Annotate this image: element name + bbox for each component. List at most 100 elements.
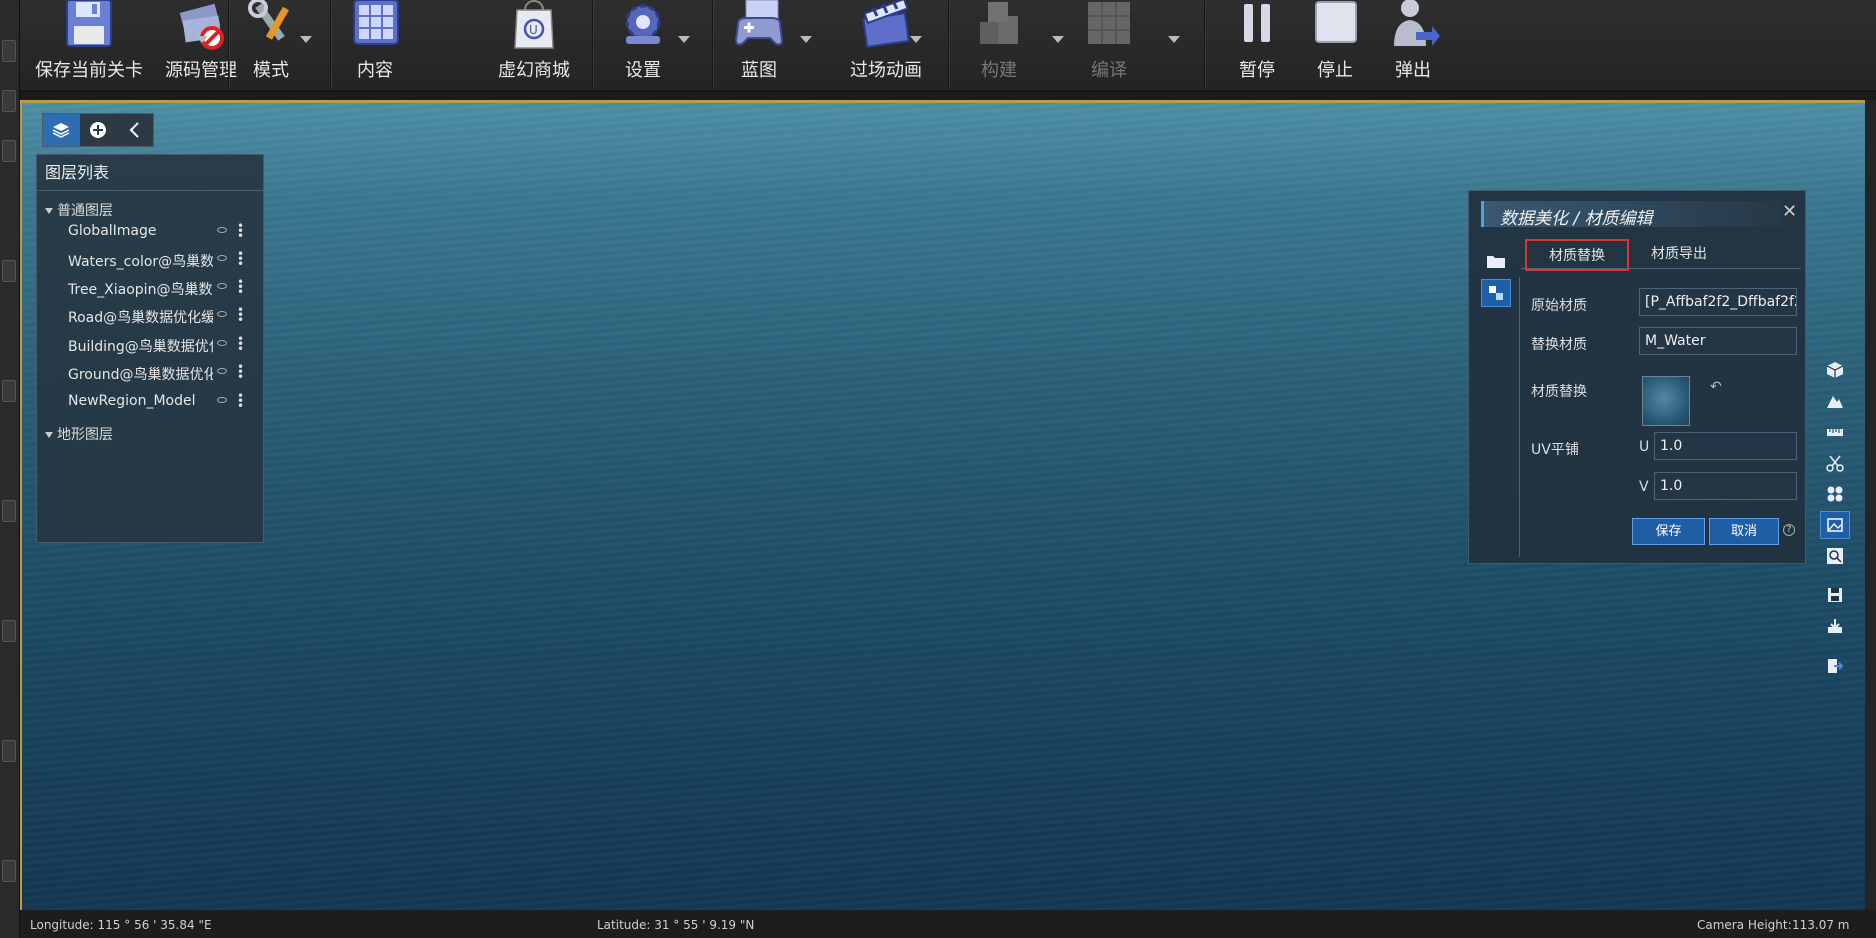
- main-toolbar: 保存当前关卡 源码管理 模式 内容 U 虚幻商城 设置 蓝图 过场动画 构建 编…: [20, 0, 1876, 92]
- cubes-icon: [972, 0, 1026, 52]
- cube-icon[interactable]: [1820, 356, 1850, 384]
- undo-icon[interactable]: ↶: [1710, 379, 1722, 395]
- status-bar: Longitude: 115 ° 56 ' 35.84 "E Latitude:…: [20, 910, 1876, 938]
- chevron-down-icon[interactable]: [1168, 36, 1180, 43]
- download-tray-icon[interactable]: [1820, 612, 1850, 640]
- u-label: U: [1639, 439, 1650, 455]
- eject-person-icon: [1386, 0, 1440, 52]
- eye-icon[interactable]: [217, 227, 227, 233]
- layer-item[interactable]: Building@鸟巢数据优化 • • •: [37, 332, 263, 358]
- strip-button[interactable]: [2, 500, 16, 522]
- left-edge-strip: [0, 0, 20, 938]
- eye-icon[interactable]: [217, 397, 227, 403]
- chevron-down-icon[interactable]: [800, 36, 812, 43]
- cinematics-button[interactable]: 过场动画: [830, 0, 942, 88]
- divider: [1519, 277, 1520, 557]
- u-tiling-input[interactable]: 1.0: [1654, 432, 1797, 460]
- svg-text:U: U: [529, 23, 538, 37]
- chevron-down-icon[interactable]: [196, 36, 208, 43]
- viewport-scrollbar[interactable]: [1865, 100, 1876, 910]
- marketplace-button[interactable]: U 虚幻商城: [494, 0, 574, 88]
- group-header-normal[interactable]: 普通图层: [45, 200, 113, 220]
- toolbar-separator: [592, 0, 594, 90]
- chevron-down-icon[interactable]: [1052, 36, 1064, 43]
- collapse-chevron-left-icon[interactable]: [116, 114, 153, 146]
- replace-material-field[interactable]: M_Water: [1639, 327, 1797, 355]
- stop-button[interactable]: 停止: [1304, 0, 1366, 88]
- ruler-icon[interactable]: [1820, 418, 1850, 446]
- pause-button[interactable]: 暂停: [1226, 2, 1288, 88]
- caret-down-icon: [45, 432, 53, 438]
- close-icon[interactable]: ✕: [1782, 201, 1797, 222]
- strip-button[interactable]: [2, 140, 16, 162]
- gamepad-icon: [732, 0, 786, 52]
- eject-button[interactable]: 弹出: [1382, 0, 1444, 88]
- pause-icon: [1230, 0, 1284, 52]
- layer-item[interactable]: Tree_Xiaopin@鸟巢数据 • • •: [37, 275, 263, 301]
- eye-icon[interactable]: [217, 368, 227, 374]
- strip-button[interactable]: [2, 260, 16, 282]
- more-vertical-icon[interactable]: • • •: [237, 304, 244, 326]
- strip-button[interactable]: [2, 860, 16, 882]
- apps-icon[interactable]: [1820, 480, 1850, 508]
- more-vertical-icon[interactable]: • • •: [237, 276, 244, 298]
- blueprints-button[interactable]: 蓝图: [726, 0, 792, 88]
- eye-icon[interactable]: [217, 255, 227, 261]
- settings-button[interactable]: 设置: [610, 2, 676, 88]
- original-material-field[interactable]: [P_Affbaf2f2_Dffbaf2f2: [1639, 288, 1797, 316]
- help-icon[interactable]: ?: [1783, 524, 1795, 536]
- v-tiling-input[interactable]: 1.0: [1654, 472, 1797, 500]
- camera-height-value: 113.07 m: [1792, 918, 1850, 932]
- longitude-readout: Longitude: 115 ° 56 ' 35.84 "E: [30, 918, 212, 932]
- tab-material-replace[interactable]: 材质替换: [1525, 239, 1629, 271]
- material-thumbnail[interactable]: [1642, 376, 1690, 426]
- strip-button[interactable]: [2, 740, 16, 762]
- layer-item[interactable]: Road@鸟巢数据优化缓 • • •: [37, 303, 263, 329]
- scissors-icon[interactable]: [1820, 449, 1850, 477]
- zoom-search-icon[interactable]: [1820, 542, 1850, 570]
- tools-icon: [244, 0, 298, 52]
- compile-button[interactable]: 编译: [1076, 2, 1142, 88]
- layer-item[interactable]: GlobalImage • • •: [37, 219, 263, 245]
- chevron-down-icon[interactable]: [910, 36, 922, 43]
- more-vertical-icon[interactable]: • • •: [237, 220, 244, 242]
- layer-item[interactable]: NewRegion_Model • • •: [37, 389, 263, 415]
- export-icon[interactable]: [1820, 652, 1850, 680]
- tab-material-export[interactable]: 材质导出: [1631, 239, 1727, 271]
- save-button[interactable]: 保存: [1632, 518, 1705, 545]
- group-header-terrain[interactable]: 地形图层: [45, 424, 113, 444]
- source-control-button[interactable]: 源码管理: [154, 2, 248, 88]
- stop-icon: [1308, 0, 1362, 52]
- save-level-button[interactable]: 保存当前关卡: [28, 0, 150, 88]
- material-swap-label: 材质替换: [1531, 384, 1587, 400]
- cancel-button[interactable]: 取消: [1709, 518, 1779, 545]
- modes-button[interactable]: 模式: [238, 0, 304, 88]
- save-disk-icon[interactable]: [1820, 581, 1850, 609]
- toolbar-separator: [948, 0, 950, 90]
- content-button[interactable]: 内容: [338, 0, 412, 88]
- material-swap-icon[interactable]: [1481, 279, 1511, 307]
- strip-button[interactable]: [2, 620, 16, 642]
- more-vertical-icon[interactable]: • • •: [237, 390, 244, 412]
- strip-button[interactable]: [2, 90, 16, 112]
- eye-icon[interactable]: [217, 311, 227, 317]
- layers-stack-icon[interactable]: [43, 114, 80, 146]
- toolbar-separator: [1204, 0, 1206, 90]
- layer-item[interactable]: Waters_color@鸟巢数据 • • •: [37, 247, 263, 273]
- more-vertical-icon[interactable]: • • •: [237, 361, 244, 383]
- layer-item[interactable]: Ground@鸟巢数据优化 • • •: [37, 360, 263, 386]
- strip-button[interactable]: [2, 40, 16, 62]
- more-vertical-icon[interactable]: • • •: [237, 333, 244, 355]
- terrain-icon[interactable]: [1820, 387, 1850, 415]
- chevron-down-icon[interactable]: [678, 36, 690, 43]
- strip-button[interactable]: [2, 380, 16, 402]
- folder-icon[interactable]: [1481, 247, 1511, 275]
- eye-icon[interactable]: [217, 340, 227, 346]
- image-edit-icon[interactable]: [1820, 511, 1850, 539]
- chevron-down-icon[interactable]: [300, 36, 312, 43]
- eye-icon[interactable]: [217, 283, 227, 289]
- build-button[interactable]: 构建: [966, 2, 1032, 88]
- add-circle-icon[interactable]: [80, 114, 117, 146]
- more-vertical-icon[interactable]: • • •: [237, 248, 244, 270]
- material-tabs: 材质替换 材质导出: [1521, 235, 1801, 271]
